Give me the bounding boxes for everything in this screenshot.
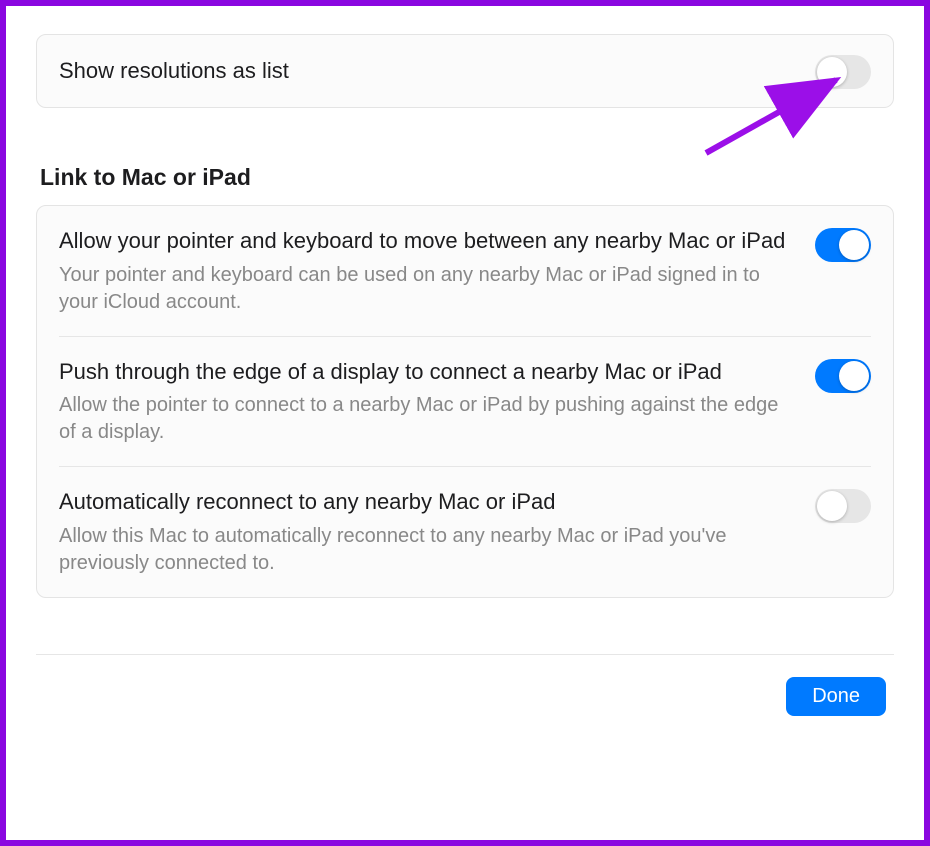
push-edge-toggle[interactable] <box>815 359 871 393</box>
toggle-knob <box>839 230 869 260</box>
footer: Done <box>36 655 894 716</box>
toggle-knob <box>839 361 869 391</box>
auto-reconnect-desc: Allow this Mac to automatically reconnec… <box>59 523 795 577</box>
auto-reconnect-title: Automatically reconnect to any nearby Ma… <box>59 487 795 517</box>
show-resolutions-toggle[interactable] <box>815 55 871 89</box>
auto-reconnect-row: Automatically reconnect to any nearby Ma… <box>37 467 893 597</box>
push-edge-title: Push through the edge of a display to co… <box>59 357 795 387</box>
allow-pointer-desc: Your pointer and keyboard can be used on… <box>59 262 795 316</box>
resolutions-card: Show resolutions as list <box>36 34 894 108</box>
push-edge-row: Push through the edge of a display to co… <box>37 337 893 467</box>
allow-pointer-toggle[interactable] <box>815 228 871 262</box>
auto-reconnect-toggle[interactable] <box>815 489 871 523</box>
link-card: Allow your pointer and keyboard to move … <box>36 205 894 598</box>
toggle-knob <box>817 57 847 87</box>
link-section-title: Link to Mac or iPad <box>40 164 890 191</box>
done-button[interactable]: Done <box>786 677 886 716</box>
allow-pointer-row: Allow your pointer and keyboard to move … <box>37 206 893 336</box>
push-edge-desc: Allow the pointer to connect to a nearby… <box>59 392 795 446</box>
show-resolutions-row: Show resolutions as list <box>37 35 893 107</box>
allow-pointer-title: Allow your pointer and keyboard to move … <box>59 226 795 256</box>
show-resolutions-label: Show resolutions as list <box>59 56 795 86</box>
